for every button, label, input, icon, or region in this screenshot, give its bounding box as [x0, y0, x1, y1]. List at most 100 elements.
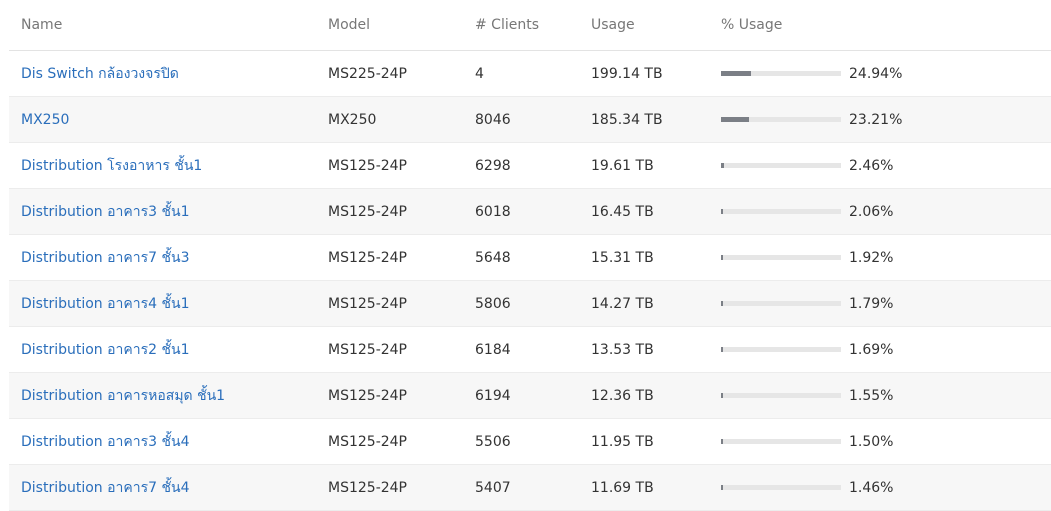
pct-usage-value: 2.46% — [849, 157, 894, 174]
clients-cell: 6298 — [475, 157, 511, 174]
name-cell: Distribution อาคาร7 ชั้น4 — [21, 465, 189, 510]
column-header-pct-usage[interactable]: % Usage — [721, 0, 782, 50]
table-row[interactable]: Distribution อาคาร3 ชั้น1 MS125-24P 6018 16… — [9, 189, 1051, 235]
table-row[interactable]: Dis Switch กล้องวงจรปิด MS225-24P 4 199.14 … — [9, 51, 1051, 97]
column-header-name[interactable]: Name — [21, 0, 62, 50]
model-cell: MS125-24P — [328, 295, 407, 312]
pct-usage-cell: 23.21% — [721, 97, 941, 142]
table-row[interactable]: Distribution โรงอาหาร ชั้น1 MS125-24P 6298… — [9, 143, 1051, 189]
table-header: Name Model # Clients Usage % Usage — [9, 0, 1051, 51]
column-header-usage[interactable]: Usage — [591, 0, 635, 50]
usage-bar-fill — [721, 438, 723, 444]
usage-cell: 12.36 TB — [591, 387, 654, 404]
model-cell: MS125-24P — [328, 157, 407, 174]
usage-bar-fill — [721, 346, 723, 352]
clients-cell: 5506 — [475, 433, 511, 450]
usage-table: Name Model # Clients Usage % Usage Dis S… — [9, 0, 1051, 511]
usage-cell: 11.69 TB — [591, 479, 654, 496]
table-row[interactable]: Distribution อาคารหอสมุด ชั้น1 MS125-24P 6… — [9, 373, 1051, 419]
pct-usage-cell: 1.46% — [721, 465, 941, 510]
device-name-link[interactable]: MX250 — [21, 112, 69, 128]
table-row[interactable]: Distribution อาคาร4 ชั้น1 MS125-24P 5806 14… — [9, 281, 1051, 327]
name-cell: Distribution อาคาร7 ชั้น3 — [21, 235, 189, 280]
usage-cell: 13.53 TB — [591, 341, 654, 358]
model-cell: MS125-24P — [328, 341, 407, 358]
pct-usage-cell: 1.50% — [721, 419, 941, 464]
model-cell: MX250 — [328, 111, 377, 128]
table-row[interactable]: MX250 MX250 8046 185.34 TB 23.21% — [9, 97, 1051, 143]
usage-cell: 185.34 TB — [591, 111, 663, 128]
device-name-link[interactable]: Distribution อาคาร4 ชั้น1 — [21, 293, 189, 315]
name-cell: Distribution อาคาร3 ชั้น4 — [21, 419, 189, 464]
name-cell: Distribution อาคารหอสมุด ชั้น1 — [21, 373, 225, 418]
clients-cell: 8046 — [475, 111, 511, 128]
usage-bar-fill — [721, 484, 723, 490]
name-cell: MX250 — [21, 97, 69, 142]
usage-cell: 14.27 TB — [591, 295, 654, 312]
pct-usage-value: 1.79% — [849, 295, 894, 312]
usage-cell: 16.45 TB — [591, 203, 654, 220]
pct-usage-value: 1.50% — [849, 433, 894, 450]
pct-usage-cell: 1.69% — [721, 327, 941, 372]
clients-cell: 6018 — [475, 203, 511, 220]
usage-bar — [721, 300, 841, 306]
usage-bar-fill — [721, 254, 723, 260]
device-name-link[interactable]: Distribution โรงอาหาร ชั้น1 — [21, 155, 202, 177]
usage-bar — [721, 346, 841, 352]
name-cell: Distribution โรงอาหาร ชั้น1 — [21, 143, 202, 188]
column-header-clients[interactable]: # Clients — [475, 0, 539, 50]
pct-usage-value: 1.69% — [849, 341, 894, 358]
column-header-model[interactable]: Model — [328, 0, 370, 50]
usage-bar-fill — [721, 300, 723, 306]
usage-bar-fill — [721, 116, 749, 122]
clients-cell: 6194 — [475, 387, 511, 404]
table-row[interactable]: Distribution อาคาร3 ชั้น4 MS125-24P 5506 11… — [9, 419, 1051, 465]
usage-bar — [721, 116, 841, 122]
model-cell: MS125-24P — [328, 433, 407, 450]
pct-usage-value: 1.92% — [849, 249, 894, 266]
usage-bar-fill — [721, 162, 724, 168]
name-cell: Distribution อาคาร4 ชั้น1 — [21, 281, 189, 326]
usage-cell: 11.95 TB — [591, 433, 654, 450]
pct-usage-cell: 2.46% — [721, 143, 941, 188]
usage-bar — [721, 254, 841, 260]
usage-cell: 19.61 TB — [591, 157, 654, 174]
model-cell: MS125-24P — [328, 387, 407, 404]
device-name-link[interactable]: Distribution อาคาร2 ชั้น1 — [21, 339, 189, 361]
pct-usage-cell: 2.06% — [721, 189, 941, 234]
name-cell: Distribution อาคาร2 ชั้น1 — [21, 327, 189, 372]
usage-bar-fill — [721, 208, 723, 214]
clients-cell: 5806 — [475, 295, 511, 312]
usage-bar — [721, 70, 841, 76]
pct-usage-value: 24.94% — [849, 65, 903, 82]
device-name-link[interactable]: Dis Switch กล้องวงจรปิด — [21, 63, 179, 85]
usage-bar — [721, 392, 841, 398]
usage-bar — [721, 484, 841, 490]
clients-cell: 6184 — [475, 341, 511, 358]
table-row[interactable]: Distribution อาคาร2 ชั้น1 MS125-24P 6184 13… — [9, 327, 1051, 373]
model-cell: MS125-24P — [328, 203, 407, 220]
usage-bar — [721, 208, 841, 214]
table-row[interactable]: Distribution อาคาร7 ชั้น4 MS125-24P 5407 11… — [9, 465, 1051, 511]
pct-usage-value: 23.21% — [849, 111, 903, 128]
device-name-link[interactable]: Distribution อาคารหอสมุด ชั้น1 — [21, 385, 225, 407]
pct-usage-value: 1.46% — [849, 479, 894, 496]
pct-usage-cell: 1.55% — [721, 373, 941, 418]
name-cell: Dis Switch กล้องวงจรปิด — [21, 51, 179, 96]
clients-cell: 5648 — [475, 249, 511, 266]
model-cell: MS125-24P — [328, 479, 407, 496]
model-cell: MS225-24P — [328, 65, 407, 82]
usage-bar-fill — [721, 392, 723, 398]
name-cell: Distribution อาคาร3 ชั้น1 — [21, 189, 189, 234]
usage-cell: 199.14 TB — [591, 65, 663, 82]
device-name-link[interactable]: Distribution อาคาร3 ชั้น4 — [21, 431, 189, 453]
model-cell: MS125-24P — [328, 249, 407, 266]
device-name-link[interactable]: Distribution อาคาร3 ชั้น1 — [21, 201, 189, 223]
clients-cell: 4 — [475, 65, 484, 82]
pct-usage-cell: 1.79% — [721, 281, 941, 326]
usage-bar-fill — [721, 70, 751, 76]
pct-usage-cell: 24.94% — [721, 51, 941, 96]
table-row[interactable]: Distribution อาคาร7 ชั้น3 MS125-24P 5648 15… — [9, 235, 1051, 281]
device-name-link[interactable]: Distribution อาคาร7 ชั้น3 — [21, 247, 189, 269]
device-name-link[interactable]: Distribution อาคาร7 ชั้น4 — [21, 477, 189, 499]
